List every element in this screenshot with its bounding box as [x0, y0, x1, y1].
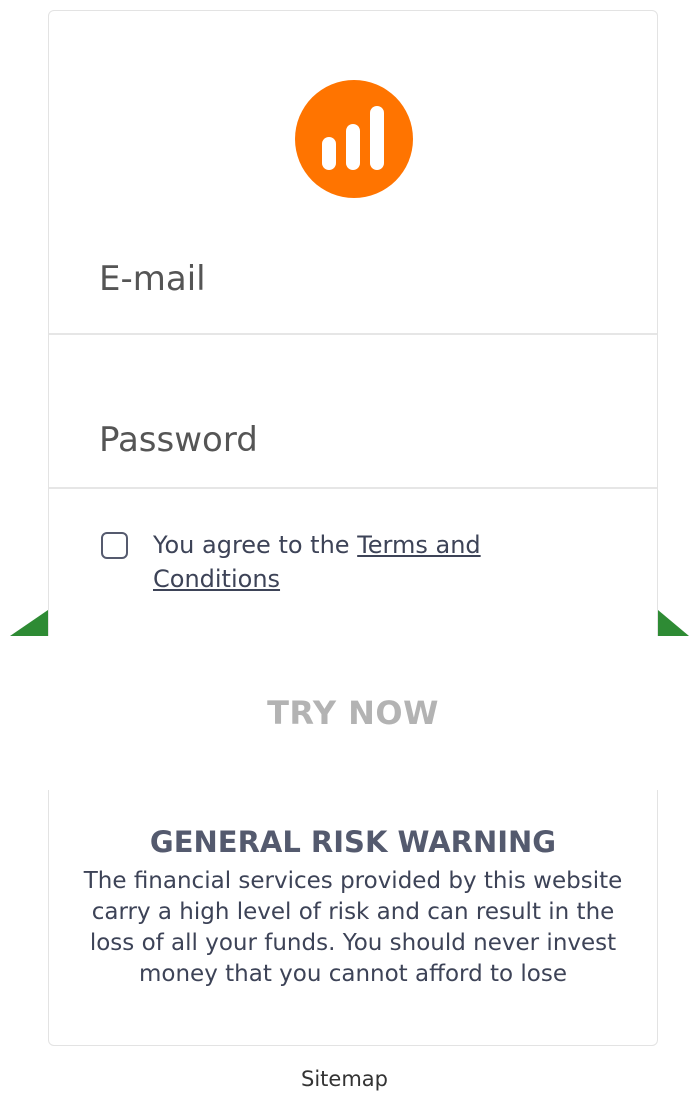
email-field[interactable]: E-mail — [49, 241, 657, 335]
terms-agreement-text: You agree to the Terms and Conditions — [153, 528, 553, 596]
ribbon-left-fold — [10, 610, 48, 636]
checkbox-unchecked-icon[interactable] — [101, 532, 128, 559]
ribbon-right-fold — [658, 610, 689, 636]
risk-warning-text: The financial services provided by this … — [83, 868, 623, 987]
sitemap-link[interactable]: Sitemap — [0, 1067, 689, 1091]
password-field[interactable]: Password — [49, 335, 657, 489]
page: E-mail Password You agree to the Terms a… — [0, 0, 689, 1097]
try-now-button[interactable]: TRY NOW — [48, 636, 658, 790]
risk-warning-title: GENERAL RISK WARNING — [149, 825, 557, 859]
logo-bar — [346, 124, 360, 170]
risk-warning: GENERAL RISK WARNING The financial servi… — [48, 822, 658, 990]
logo-bar — [322, 137, 336, 170]
email-placeholder: E-mail — [99, 259, 206, 299]
bar-chart-logo-icon — [295, 80, 413, 198]
password-placeholder: Password — [99, 420, 258, 460]
agree-prefix: You agree to the — [153, 531, 358, 559]
logo-bar — [370, 106, 384, 170]
